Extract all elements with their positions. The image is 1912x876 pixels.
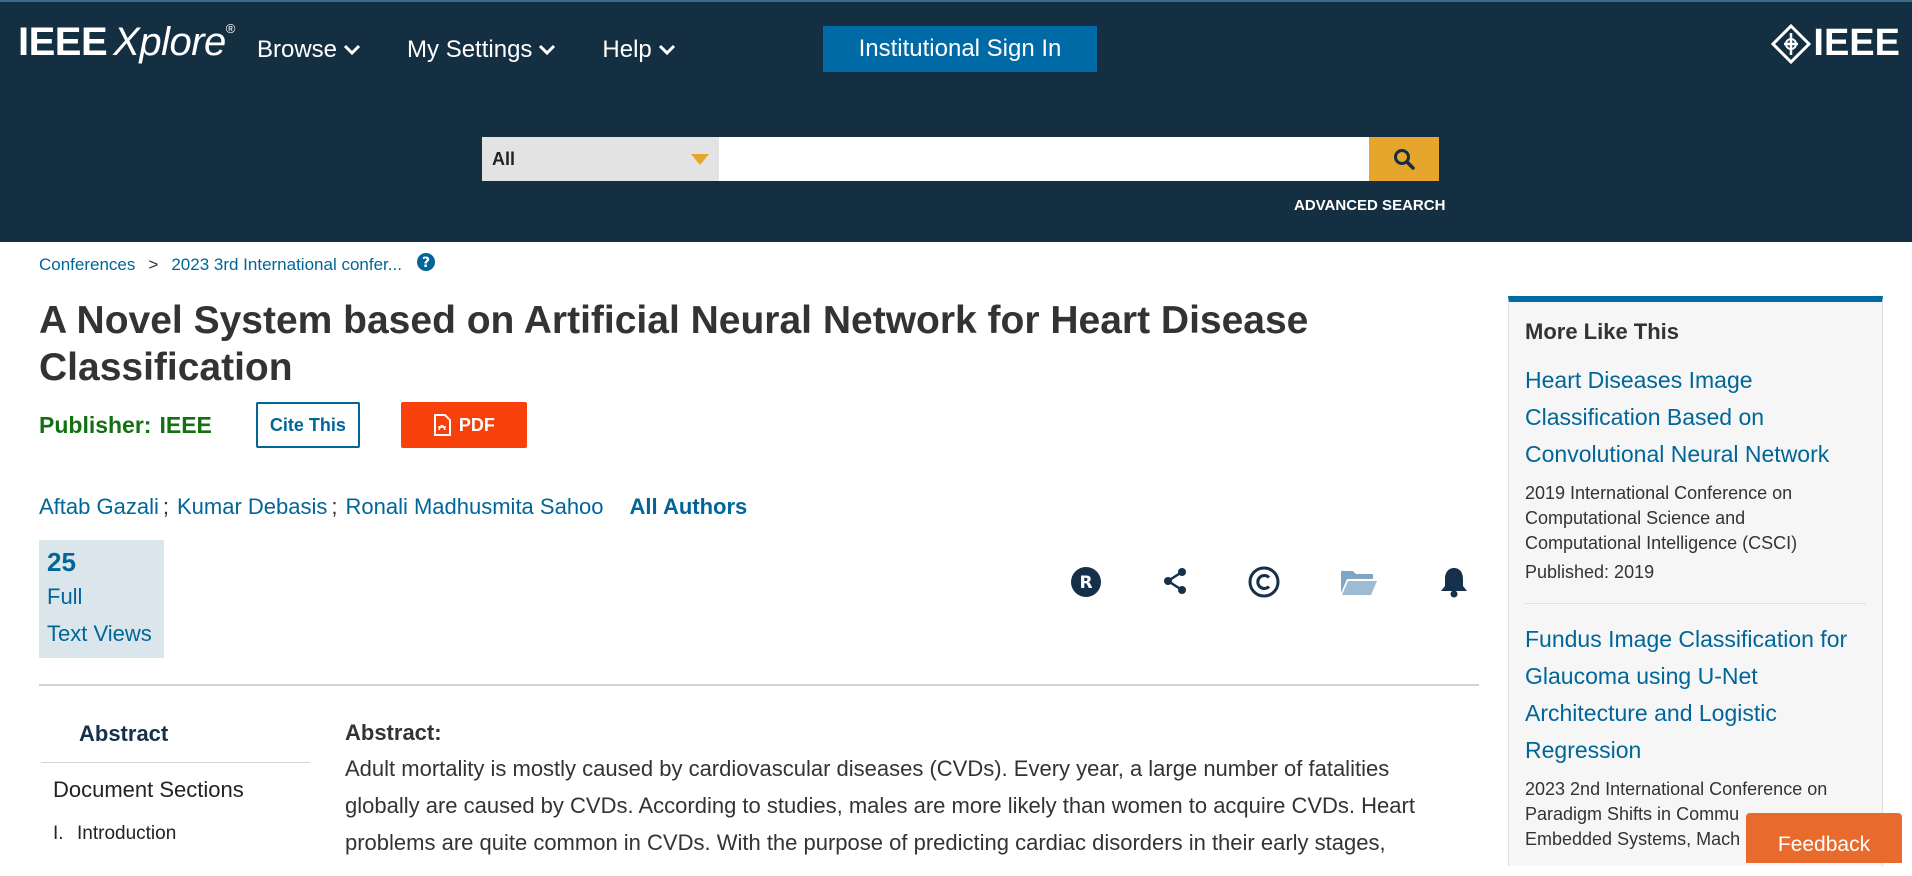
article-actions: R: [1068, 566, 1488, 606]
nav-browse-label: Browse: [257, 36, 338, 63]
cite-this-button[interactable]: Cite This: [255, 402, 360, 448]
author-link[interactable]: Kumar Debasis: [177, 494, 327, 520]
author-separator: ;: [162, 494, 169, 519]
breadcrumb-conferences[interactable]: Conferences: [39, 255, 135, 275]
tab-abstract[interactable]: Abstract: [41, 704, 310, 763]
related-venue: 2019 International Conference on Computa…: [1525, 481, 1866, 556]
related-published: Published: 2019: [1525, 562, 1655, 582]
related-venue-line: Computational Science and: [1525, 508, 1746, 528]
related-article-link[interactable]: Fundus Image Classification for Glaucoma…: [1525, 621, 1866, 769]
related-title-line: Fundus Image Classification for: [1525, 626, 1848, 652]
chevron-down-icon: [658, 44, 675, 56]
related-title-line: Architecture and Logistic: [1525, 700, 1777, 726]
related-divider: [1525, 603, 1866, 604]
feedback-button[interactable]: Feedback: [1746, 813, 1902, 863]
institutional-sign-in-button[interactable]: Institutional Sign In: [823, 26, 1097, 72]
related-venue-line: 2019 International Conference on: [1525, 483, 1793, 503]
abstract-line: Adult mortality is mostly caused by card…: [345, 756, 1390, 781]
copyright-icon[interactable]: [1248, 566, 1280, 598]
top-navigation: Browse My Settings Help: [257, 36, 722, 64]
section-number: I.: [53, 823, 64, 844]
pdf-button-label: PDF: [458, 414, 495, 435]
related-article-link[interactable]: Heart Diseases Image Classification Base…: [1525, 362, 1866, 473]
abstract-heading: Abstract:: [345, 720, 442, 745]
share-icon[interactable]: [1161, 566, 1189, 596]
abstract-section: Abstract: Adult mortality is mostly caus…: [345, 720, 1475, 861]
nav-browse[interactable]: Browse: [257, 36, 361, 64]
advanced-search-link[interactable]: ADVANCED SEARCH: [1294, 197, 1445, 214]
full-text-views-metric[interactable]: 25 Full Text Views: [39, 540, 164, 658]
author-link[interactable]: Ronali Madhusmita Sahoo: [345, 494, 603, 520]
related-title-line: Classification Based on: [1525, 404, 1765, 430]
article-title: A Novel System based on Artificial Neura…: [39, 299, 1309, 389]
related-title-line: Convolutional Neural Network: [1525, 441, 1830, 467]
caret-down-icon: [691, 153, 709, 165]
related-title-line: Heart Diseases Image: [1525, 367, 1753, 393]
ieee-brand-text: IEEE: [1813, 22, 1900, 64]
search-input[interactable]: [719, 137, 1369, 181]
bell-icon[interactable]: [1439, 566, 1469, 598]
metric-label-line1: Full: [47, 584, 83, 609]
nav-help[interactable]: Help: [602, 36, 675, 64]
search-bar: All: [482, 137, 1439, 181]
pdf-file-icon: [433, 414, 451, 436]
search-icon: [1394, 149, 1415, 170]
breadcrumb: Conferences > 2023 3rd International con…: [39, 252, 436, 277]
author-link[interactable]: Aftab Gazali: [39, 494, 159, 520]
nav-help-label: Help: [602, 36, 652, 63]
all-authors-link[interactable]: All Authors: [630, 494, 748, 520]
abstract-text: Adult mortality is mostly caused by card…: [345, 750, 1475, 861]
section-label: Introduction: [77, 823, 177, 844]
chevron-down-icon: [343, 44, 361, 56]
document-nav: Abstract Document Sections I. Introducti…: [41, 704, 310, 845]
related-venue-line: 2023 2nd International Conference on: [1525, 779, 1828, 799]
search-button[interactable]: [1369, 137, 1439, 181]
more-like-this-heading: More Like This: [1525, 319, 1680, 344]
folder-icon[interactable]: [1340, 568, 1378, 596]
abstract-line: problems are quite common in CVDs. With …: [345, 830, 1386, 855]
pdf-button[interactable]: PDF: [400, 402, 527, 448]
publisher-row: Publisher: IEEE Cite This PDF: [39, 402, 527, 448]
related-title-line: Glaucoma using U-Net: [1525, 663, 1758, 689]
question-circle-icon[interactable]: ?: [416, 252, 436, 277]
ieee-diamond-icon: [1771, 23, 1812, 64]
logo-text-xplore: Xplore: [113, 20, 226, 64]
document-sections-heading[interactable]: Document Sections: [41, 777, 310, 803]
nav-my-settings[interactable]: My Settings: [407, 36, 556, 64]
publisher-label: Publisher:: [39, 411, 152, 438]
publisher-value: IEEE: [159, 411, 212, 438]
site-header: IEEE Xplore® Browse My Settings Help Inst…: [0, 0, 1912, 242]
search-scope-value: All: [492, 148, 516, 169]
metric-label-line2: Text Views: [47, 621, 152, 646]
breadcrumb-conference-name[interactable]: 2023 3rd International confer...: [171, 255, 402, 275]
author-list: Aftab Gazali ; Kumar Debasis ; Ronali Ma…: [39, 494, 747, 520]
breadcrumb-separator: >: [148, 254, 159, 274]
related-title-line: Regression: [1525, 737, 1642, 763]
svg-text:R: R: [1079, 573, 1092, 593]
more-like-this-panel: More Like This Heart Diseases Image Clas…: [1508, 296, 1883, 866]
related-venue-line: Computational Intelligence (CSCI): [1525, 533, 1798, 553]
logo-registered-mark: ®: [225, 20, 236, 36]
section-divider: [39, 684, 1479, 686]
ieee-brand-logo[interactable]: IEEE: [1771, 22, 1900, 65]
metric-value: 25: [47, 547, 76, 577]
section-item-introduction[interactable]: I. Introduction: [41, 823, 310, 845]
rights-icon[interactable]: R: [1070, 566, 1102, 598]
logo-text-ieee: IEEE: [18, 20, 108, 64]
author-separator: ;: [331, 494, 338, 519]
nav-my-settings-label: My Settings: [407, 36, 533, 63]
svg-text:?: ?: [422, 255, 430, 271]
search-scope-dropdown[interactable]: All: [482, 137, 719, 181]
abstract-line: globally are caused by CVDs. According t…: [345, 793, 1415, 818]
chevron-down-icon: [539, 44, 556, 56]
publisher: Publisher: IEEE: [39, 412, 212, 439]
ieee-xplore-logo[interactable]: IEEE Xplore®: [18, 20, 235, 65]
